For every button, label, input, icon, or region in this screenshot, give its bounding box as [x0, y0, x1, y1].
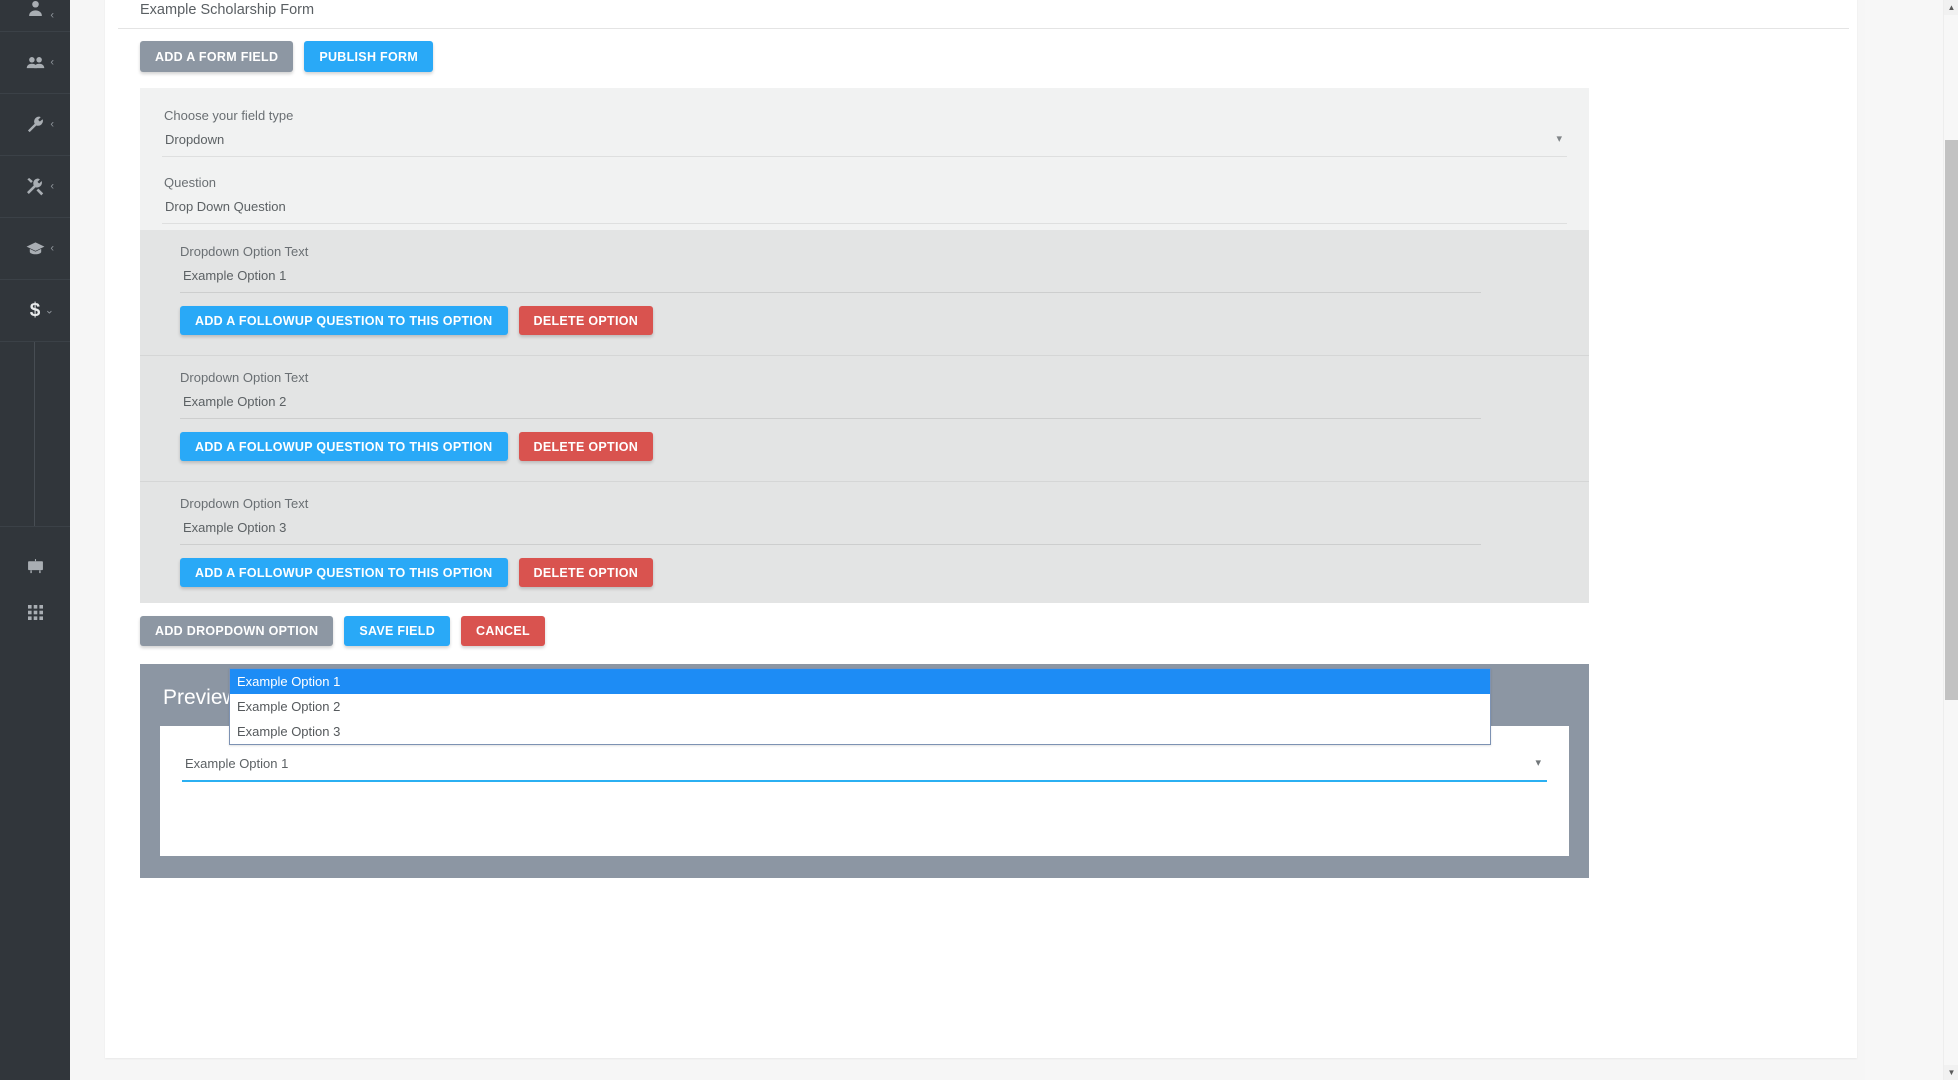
chevron-down-icon: ▾ — [1535, 757, 1541, 769]
add-followup-question-button[interactable]: ADD A FOLLOWUP QUESTION TO THIS OPTION — [180, 558, 508, 587]
people-icon — [26, 55, 45, 71]
option-text-input[interactable] — [180, 511, 1481, 545]
option-actions: ADD A FOLLOWUP QUESTION TO THIS OPTION D… — [180, 306, 1567, 335]
form-toolbar: ADD A FORM FIELD PUBLISH FORM — [118, 29, 1857, 72]
page-right-gutter — [1865, 0, 1943, 1080]
chevron-down-icon: ⌄ — [44, 304, 54, 316]
dropdown-options-list: Dropdown Option Text ADD A FOLLOWUP QUES… — [140, 230, 1589, 603]
sidebar-item-finance[interactable]: $ ⌄ — [0, 280, 70, 342]
sidebar-item-people[interactable]: ‹ — [0, 32, 70, 94]
sidebar-submenu-rail — [34, 342, 35, 526]
add-form-field-button[interactable]: ADD A FORM FIELD — [140, 41, 294, 72]
dropdown-options-popup[interactable]: Example Option 1 Example Option 2 Exampl… — [229, 668, 1491, 745]
add-followup-question-button[interactable]: ADD A FOLLOWUP QUESTION TO THIS OPTION — [180, 432, 508, 461]
dropdown-option-block: Dropdown Option Text ADD A FOLLOWUP QUES… — [140, 230, 1589, 356]
preview-body: ▾ — [160, 726, 1569, 856]
dollar-icon: $ — [29, 300, 41, 321]
dropdown-popup-item[interactable]: Example Option 2 — [230, 694, 1490, 719]
preview-select-wrapper[interactable]: ▾ — [182, 748, 1547, 782]
scroll-down-arrow-icon[interactable]: ▼ — [1944, 1065, 1958, 1080]
delete-option-button[interactable]: DELETE OPTION — [518, 306, 654, 335]
chevron-left-icon: ‹ — [50, 242, 54, 254]
preview-dropdown-select[interactable] — [182, 748, 1547, 782]
option-text-label: Dropdown Option Text — [180, 370, 309, 385]
option-text-label: Dropdown Option Text — [180, 496, 309, 511]
save-field-button[interactable]: SAVE FIELD — [344, 616, 451, 646]
scrollbar-thumb[interactable] — [1945, 140, 1958, 700]
delete-option-button[interactable]: DELETE OPTION — [518, 558, 654, 587]
delete-option-button[interactable]: DELETE OPTION — [518, 432, 654, 461]
main-content: Example Scholarship Form ADD A FORM FIEL… — [70, 0, 1958, 1080]
sidebar-item-education[interactable]: ‹ — [0, 218, 70, 280]
chevron-left-icon: ‹ — [50, 56, 54, 68]
application-window: ‹ ‹ ‹ ‹ ‹ $ ⌄ Example Scholarship Form A… — [0, 0, 1958, 1080]
option-actions: ADD A FOLLOWUP QUESTION TO THIS OPTION D… — [180, 558, 1567, 587]
sidebar-item-user[interactable]: ‹ — [0, 0, 70, 32]
field-type-label: Choose your field type — [164, 108, 294, 123]
dropdown-option-block: Dropdown Option Text ADD A FOLLOWUP QUES… — [140, 482, 1589, 603]
add-dropdown-option-button[interactable]: ADD DROPDOWN OPTION — [140, 616, 334, 646]
field-type-select[interactable] — [162, 123, 1567, 157]
option-text-label: Dropdown Option Text — [180, 244, 309, 259]
chevron-left-icon: ‹ — [50, 180, 54, 192]
option-actions: ADD A FOLLOWUP QUESTION TO THIS OPTION D… — [180, 432, 1567, 461]
question-input[interactable] — [162, 190, 1567, 224]
question-label: Question — [164, 175, 217, 190]
sidebar-item-presentation[interactable] — [0, 543, 70, 589]
scroll-up-arrow-icon[interactable]: ▲ — [1944, 0, 1958, 15]
page-title: Example Scholarship Form — [118, 0, 1849, 29]
add-followup-question-button[interactable]: ADD A FOLLOWUP QUESTION TO THIS OPTION — [180, 306, 508, 335]
field-type-select-wrapper[interactable]: ▾ — [162, 123, 1567, 157]
sidebar-bottom-group — [0, 527, 70, 635]
preview-spacer — [182, 782, 1547, 828]
sidebar: ‹ ‹ ‹ ‹ ‹ $ ⌄ — [0, 0, 70, 1080]
dropdown-option-block: Dropdown Option Text ADD A FOLLOWUP QUES… — [140, 356, 1589, 482]
sidebar-item-tools[interactable]: ‹ — [0, 156, 70, 218]
dropdown-popup-item[interactable]: Example Option 3 — [230, 719, 1490, 744]
dropdown-popup-item[interactable]: Example Option 1 — [230, 669, 1490, 694]
sidebar-item-wrench[interactable]: ‹ — [0, 94, 70, 156]
sidebar-item-apps[interactable] — [0, 589, 70, 635]
form-builder-card: Example Scholarship Form ADD A FORM FIEL… — [105, 0, 1857, 1058]
tools-icon — [26, 177, 44, 196]
field-form-actions: ADD DROPDOWN OPTION SAVE FIELD CANCEL — [140, 616, 1857, 646]
cancel-button[interactable]: CANCEL — [461, 616, 545, 646]
chevron-left-icon: ‹ — [50, 9, 54, 21]
sidebar-submenu-finance — [0, 342, 70, 527]
user-icon — [27, 0, 44, 17]
option-text-input[interactable] — [180, 385, 1481, 419]
option-text-input[interactable] — [180, 259, 1481, 293]
presentation-board-icon — [27, 558, 44, 574]
field-editor-panel: Choose your field type ▾ Question Dropdo… — [140, 88, 1589, 603]
vertical-scrollbar[interactable]: ▲ ▼ — [1943, 0, 1958, 1080]
grid-apps-icon — [27, 604, 43, 620]
graduation-cap-icon — [26, 241, 45, 256]
wrench-icon — [27, 116, 44, 133]
publish-form-button[interactable]: PUBLISH FORM — [304, 41, 434, 72]
chevron-left-icon: ‹ — [50, 118, 54, 130]
